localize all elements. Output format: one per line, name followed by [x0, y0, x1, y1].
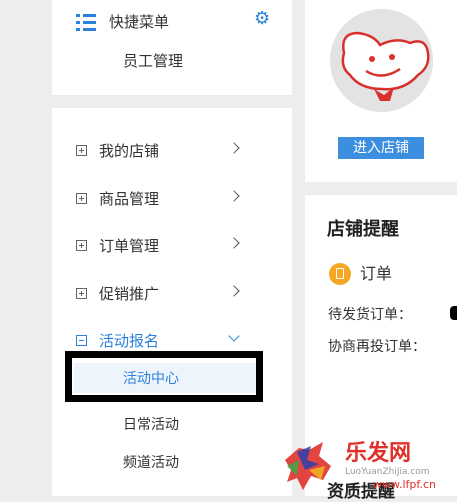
enter-shop-button[interactable]: 进入店铺	[338, 137, 424, 159]
submenu-item-channel-activity[interactable]: 频道活动	[123, 454, 179, 472]
negotiate-order-link[interactable]: 协商再投订单：	[328, 338, 426, 356]
expand-icon	[76, 145, 87, 156]
chevron-right-icon	[228, 190, 240, 202]
quick-menu-panel: 快捷菜单 ⚙ 员工管理	[52, 0, 292, 95]
sidebar-item-label: 活动报名	[99, 332, 160, 350]
expand-icon	[76, 288, 87, 299]
svg-text:www.lfpf.cn: www.lfpf.cn	[373, 478, 436, 491]
notice-title: 店铺提醒	[327, 219, 399, 240]
svg-text:LuoYuanZhiJia.com: LuoYuanZhiJia.com	[345, 467, 430, 477]
sidebar-item-label: 促销推广	[99, 285, 160, 303]
order-icon	[329, 263, 351, 285]
sidebar-item-label: 商品管理	[99, 190, 160, 208]
svg-text:乐发网: 乐发网	[345, 440, 411, 466]
shop-logo	[330, 9, 433, 112]
quick-menu-title: 快捷菜单	[109, 13, 170, 31]
pending-ship-link[interactable]: 待发货订单：	[328, 306, 412, 324]
scroll-marker	[450, 306, 457, 320]
expand-icon	[76, 240, 87, 251]
gear-icon[interactable]: ⚙	[254, 10, 270, 28]
chevron-right-icon	[228, 285, 240, 297]
submenu-item-daily-activity[interactable]: 日常活动	[123, 416, 179, 434]
highlight-frame	[65, 351, 263, 402]
shop-panel: 进入店铺	[305, 0, 457, 182]
sidebar-item-label: 我的店铺	[99, 142, 160, 160]
watermark-logo: 乐发网 LuoYuanZhiJia.com www.lfpf.cn	[227, 430, 457, 496]
expand-icon	[76, 193, 87, 204]
sidebar-item-label: 订单管理	[99, 237, 160, 255]
chevron-down-icon	[228, 330, 240, 342]
collapse-icon	[76, 335, 87, 346]
chevron-right-icon	[228, 142, 240, 154]
quick-menu-item-staff[interactable]: 员工管理	[123, 52, 183, 70]
chevron-right-icon	[228, 237, 240, 249]
list-icon	[76, 13, 96, 31]
order-heading: 订单	[360, 264, 393, 283]
